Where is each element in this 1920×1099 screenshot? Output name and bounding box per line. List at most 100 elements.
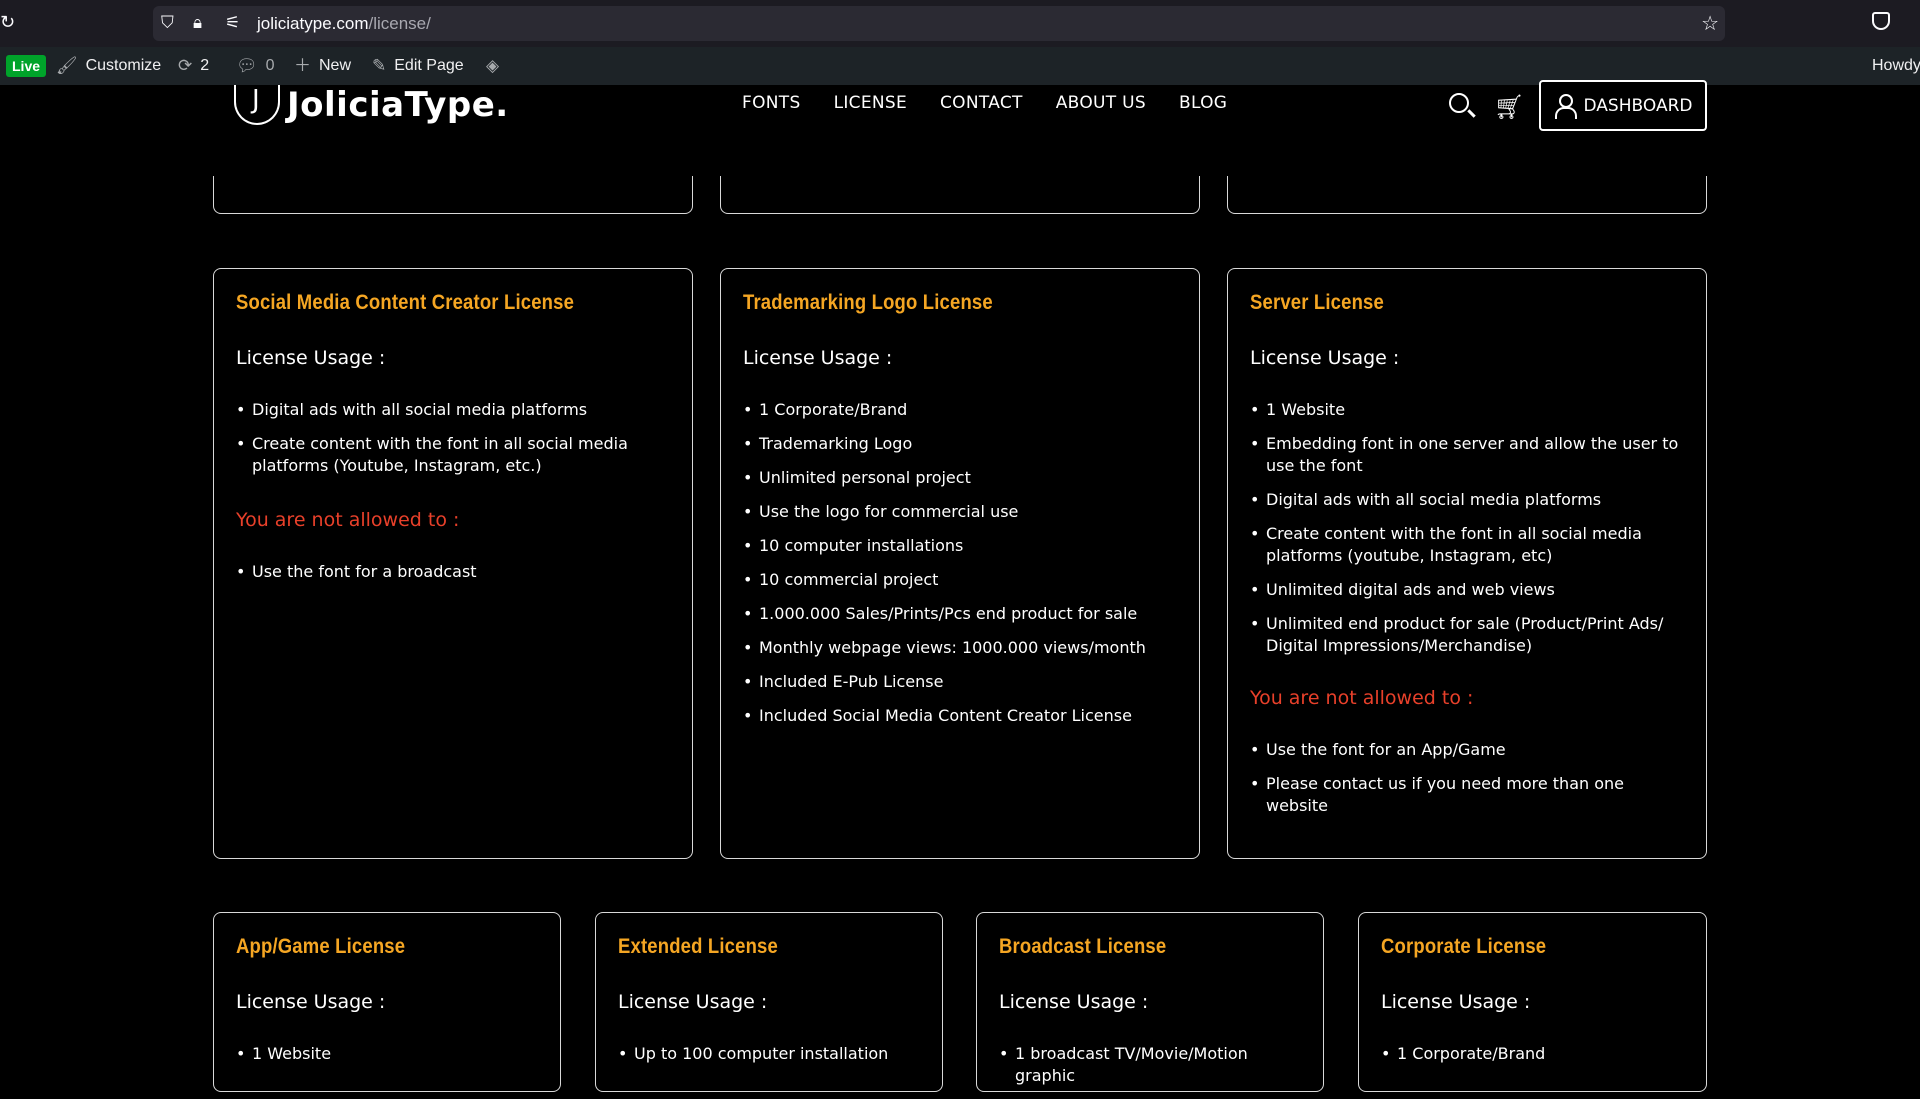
updates-icon: ⟳ [178, 56, 193, 75]
not-allowed-list: Use the font for an App/Game Please cont… [1250, 739, 1688, 829]
list-item: Included E-Pub License [743, 671, 1181, 693]
nav-contact[interactable]: CONTACT [940, 93, 1023, 113]
list-item: Digital ads with all social media platfo… [236, 399, 674, 421]
diamond-icon: ◈ [486, 56, 500, 75]
address-bar[interactable]: ⛉ 🔒︎ ⚟ joliciatype.com/license/ ☆ [153, 6, 1725, 41]
list-item: 1 Website [1250, 399, 1688, 421]
usage-label: License Usage : [618, 991, 768, 1013]
list-item: 1.000.000 Sales/Prints/Pcs end product f… [743, 603, 1181, 625]
not-allowed-list: Use the font for a broadcast [236, 561, 674, 595]
diamond-link[interactable]: ◈ [486, 47, 499, 85]
card-title: Extended License [618, 935, 778, 958]
live-badge-item[interactable]: Live [6, 47, 47, 85]
usage-list: 1 broadcast TV/Movie/Motion graphic [999, 1043, 1305, 1099]
customize-label: Customize [85, 57, 162, 74]
list-item: Monthly webpage views: 1000.000 views/mo… [743, 637, 1181, 659]
list-item: Embedding font in one server and allow t… [1250, 433, 1688, 477]
lock-icon[interactable]: 🔒︎ [193, 6, 202, 41]
list-item: Create content with the font in all soci… [236, 433, 674, 477]
browser-toolbar: ↻ ⛉ 🔒︎ ⚟ joliciatype.com/license/ ☆ [0, 0, 1920, 47]
url-path: /license/ [368, 14, 431, 33]
license-card [720, 176, 1200, 214]
list-item: Trademarking Logo [743, 433, 1181, 455]
comments-link[interactable]: 💬︎ 0 [236, 47, 275, 85]
broadcast-license-card: Broadcast License License Usage : 1 broa… [976, 912, 1324, 1092]
howdy-link[interactable]: Howdy [1872, 47, 1920, 85]
list-item: 1 Corporate/Brand [1381, 1043, 1688, 1065]
new-link[interactable]: ＋ New [294, 47, 351, 85]
usage-label: License Usage : [743, 347, 893, 369]
corporate-license-card: Corporate License License Usage : 1 Corp… [1358, 912, 1707, 1092]
card-title: Broadcast License [999, 935, 1167, 958]
nav-blog[interactable]: BLOG [1179, 93, 1227, 113]
cart-icon[interactable]: 🛒︎ [1494, 93, 1524, 121]
nav-fonts[interactable]: FONTS [742, 93, 801, 113]
shield-icon[interactable]: ⛉ [161, 6, 174, 41]
customize-link[interactable]: 🖌︎ Customize [56, 47, 161, 85]
card-title: Corporate License [1381, 935, 1547, 958]
logo-mark[interactable]: J [234, 85, 280, 125]
main-nav: FONTS LICENSE CONTACT ABOUT US BLOG [742, 93, 1227, 113]
url-text[interactable]: joliciatype.com/license/ [257, 6, 431, 41]
list-item: 1 broadcast TV/Movie/Motion graphic [999, 1043, 1305, 1087]
logo-text[interactable]: JoliciaType. [287, 85, 509, 125]
comments-count: 0 [265, 57, 275, 74]
list-item: Unlimited digital ads and web views [1250, 579, 1688, 601]
dashboard-button[interactable]: DASHBOARD [1539, 80, 1707, 131]
not-allowed-label: You are not allowed to : [1250, 687, 1474, 709]
bookmark-star-icon[interactable]: ☆ [1701, 6, 1719, 41]
permissions-icon[interactable]: ⚟ [225, 6, 240, 41]
pocket-icon[interactable] [1872, 12, 1890, 30]
list-item: Unlimited end product for sale (Product/… [1250, 613, 1688, 657]
usage-label: License Usage : [1381, 991, 1531, 1013]
reload-icon[interactable]: ↻ [0, 12, 15, 33]
edit-page-label: Edit Page [394, 57, 464, 74]
pencil-icon: ✎ [372, 56, 387, 75]
license-card [213, 176, 693, 214]
card-title: Social Media Content Creator License [236, 291, 575, 314]
list-item: Use the font for a broadcast [236, 561, 674, 583]
usage-list: Up to 100 computer installation [618, 1043, 924, 1077]
howdy-label: Howdy [1872, 57, 1920, 74]
social-media-license-card: Social Media Content Creator License Lic… [213, 268, 693, 859]
list-item: Use the font for an App/Game [1250, 739, 1688, 761]
url-domain: joliciatype.com [257, 14, 369, 33]
plus-icon: ＋ [294, 56, 311, 75]
nav-license[interactable]: LICENSE [834, 93, 907, 113]
live-badge: Live [6, 55, 47, 77]
card-title: Server License [1250, 291, 1384, 314]
dashboard-label: DASHBOARD [1583, 95, 1693, 116]
user-icon [1554, 93, 1577, 119]
card-title: Trademarking Logo License [743, 291, 993, 314]
list-item: Create content with the font in all soci… [1250, 523, 1688, 567]
usage-list: 1 Website [236, 1043, 542, 1077]
not-allowed-label: You are not allowed to : [236, 509, 460, 531]
usage-label: License Usage : [236, 347, 386, 369]
list-item: 10 computer installations [743, 535, 1181, 557]
logo-mark-letter: J [252, 85, 260, 115]
nav-about-us[interactable]: ABOUT US [1056, 93, 1146, 113]
usage-label: License Usage : [1250, 347, 1400, 369]
list-item: 1 Corporate/Brand [743, 399, 1181, 421]
search-icon[interactable] [1449, 93, 1469, 113]
updates-count: 2 [200, 57, 210, 74]
updates-link[interactable]: ⟳ 2 [178, 47, 209, 85]
new-label: New [319, 57, 352, 74]
list-item: 1 Website [236, 1043, 542, 1065]
card-title: App/Game License [236, 935, 406, 958]
comment-icon: 💬︎ [236, 56, 258, 75]
usage-list: 1 Website Embedding font in one server a… [1250, 399, 1688, 669]
trademarking-logo-license-card: Trademarking Logo License License Usage … [720, 268, 1200, 859]
license-card [1227, 176, 1707, 214]
extended-license-card: Extended License License Usage : Up to 1… [595, 912, 943, 1092]
usage-label: License Usage : [236, 991, 386, 1013]
list-item: Included Social Media Content Creator Li… [743, 705, 1181, 727]
usage-label: License Usage : [999, 991, 1149, 1013]
usage-list: 1 Corporate/Brand Trademarking Logo Unli… [743, 399, 1181, 739]
usage-list: Digital ads with all social media platfo… [236, 399, 674, 489]
list-item: Digital ads with all social media platfo… [1250, 489, 1688, 511]
brush-icon: 🖌︎ [56, 56, 78, 75]
list-item: Up to 100 computer installation [618, 1043, 924, 1065]
edit-page-link[interactable]: ✎ Edit Page [372, 47, 464, 85]
list-item: Please contact us if you need more than … [1250, 773, 1688, 817]
